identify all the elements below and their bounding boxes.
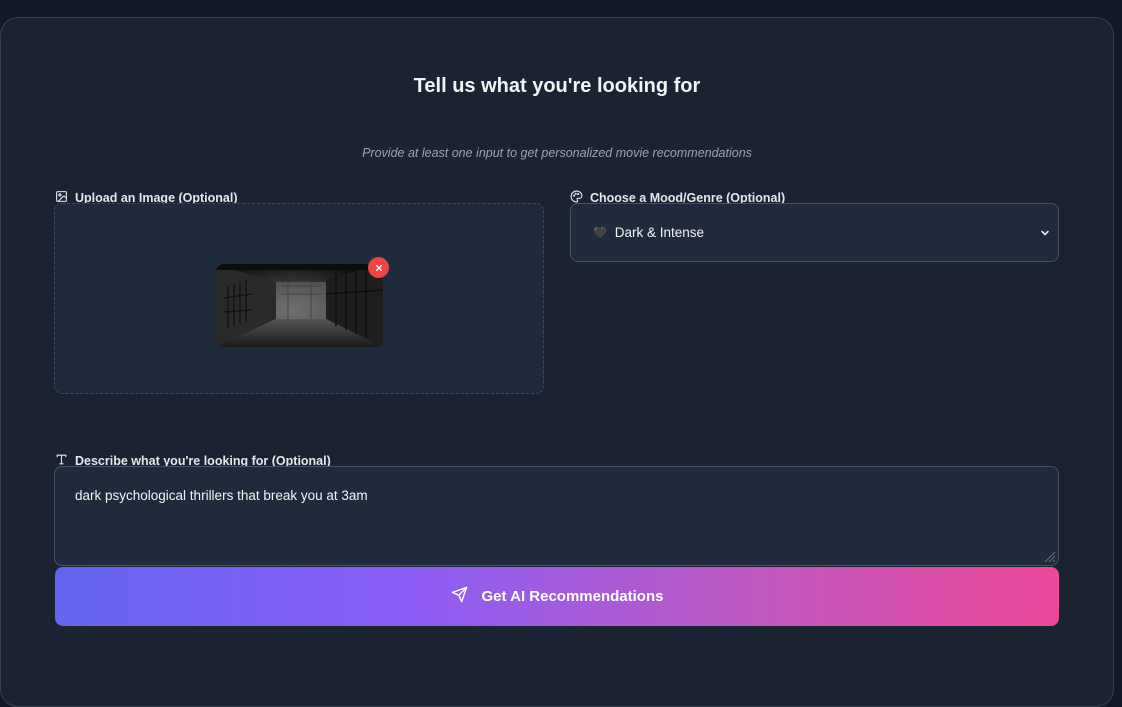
get-recommendations-label: Get AI Recommendations <box>481 588 664 605</box>
mood-emoji: 🖤 <box>593 227 607 239</box>
mood-genre-select[interactable]: 🖤 Dark & Intense <box>570 203 1059 262</box>
resize-handle-icon[interactable] <box>1040 547 1056 563</box>
description-text: dark psychological thrillers that break … <box>75 488 368 503</box>
image-dropzone[interactable] <box>54 203 544 394</box>
uploaded-image-preview <box>216 257 389 347</box>
send-icon <box>451 586 468 607</box>
mood-selected-value: Dark & Intense <box>614 225 704 240</box>
description-textarea[interactable]: dark psychological thrillers that break … <box>54 466 1059 566</box>
remove-image-button[interactable] <box>368 257 389 278</box>
chevron-down-icon <box>1040 226 1050 236</box>
get-recommendations-button[interactable]: Get AI Recommendations <box>55 567 1059 626</box>
uploaded-image <box>216 264 383 347</box>
form-title: Tell us what you're looking for <box>413 75 701 97</box>
form-subtitle: Provide at least one input to get person… <box>362 146 752 160</box>
close-icon <box>375 259 383 277</box>
